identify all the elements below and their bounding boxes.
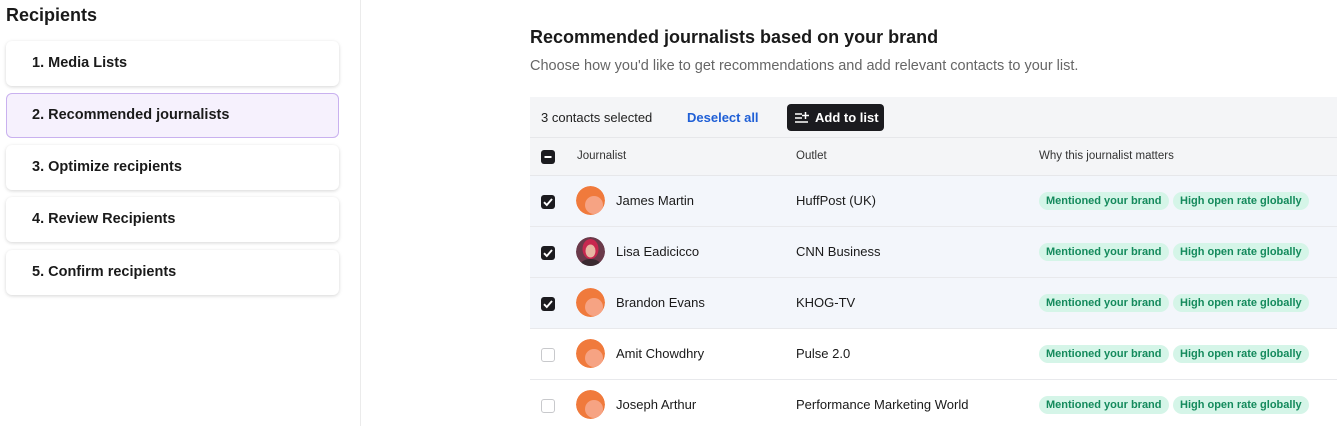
tag-badge: Mentioned your brand <box>1039 243 1169 261</box>
tag-badge: High open rate globally <box>1173 345 1309 363</box>
row-checkbox[interactable] <box>541 399 555 413</box>
table-row[interactable]: James Martin HuffPost (UK) Mentioned you… <box>530 176 1337 227</box>
outlet-name: HuffPost (UK) <box>796 193 876 208</box>
row-checkbox[interactable] <box>541 348 555 362</box>
default-avatar-icon <box>576 186 605 215</box>
tag-badge: Mentioned your brand <box>1039 396 1169 414</box>
row-checkbox[interactable] <box>541 246 555 260</box>
column-header-journalist[interactable]: Journalist <box>577 150 626 162</box>
tag-badge: High open rate globally <box>1173 396 1309 414</box>
tag-badge: Mentioned your brand <box>1039 294 1169 312</box>
photo-avatar-icon <box>576 237 605 266</box>
row-checkbox[interactable] <box>541 195 555 209</box>
sidebar-title: Recipients <box>6 5 98 25</box>
deselect-all-link[interactable]: Deselect all <box>687 110 759 125</box>
tag-badge: High open rate globally <box>1173 243 1309 261</box>
default-avatar-icon <box>576 288 605 317</box>
step-recommended-journalists[interactable]: 2. Recommended journalists <box>6 93 339 138</box>
page-subtitle: Choose how you'd like to get recommendat… <box>530 58 1079 74</box>
selected-count: 3 contacts selected <box>541 110 653 125</box>
tag-badge: High open rate globally <box>1173 192 1309 210</box>
outlet-name: Pulse 2.0 <box>796 346 851 361</box>
journalist-name[interactable]: Brandon Evans <box>616 295 705 310</box>
step-media-lists[interactable]: 1. Media Lists <box>6 41 339 86</box>
outlet-name: Performance Marketing World <box>796 397 969 412</box>
table-header: Journalist Outlet Why this journalist ma… <box>530 138 1337 176</box>
add-to-list-icon <box>795 112 809 123</box>
tag-badge: Mentioned your brand <box>1039 192 1169 210</box>
column-header-outlet[interactable]: Outlet <box>796 150 827 162</box>
journalist-table: 3 contacts selected Deselect all Add to … <box>530 97 1337 426</box>
table-row[interactable]: Brandon Evans KHOG-TV Mentioned your bra… <box>530 278 1337 329</box>
outlet-name: KHOG-TV <box>796 295 856 310</box>
journalist-name[interactable]: James Martin <box>616 193 694 208</box>
table-row[interactable]: Amit Chowdhry Pulse 2.0 Mentioned your b… <box>530 329 1337 380</box>
check-icon <box>543 249 553 258</box>
journalist-name[interactable]: Amit Chowdhry <box>616 346 704 361</box>
selection-toolbar: 3 contacts selected Deselect all Add to … <box>530 97 1337 138</box>
journalist-name[interactable]: Joseph Arthur <box>616 397 696 412</box>
sidebar: Recipients 1. Media Lists 2. Recommended… <box>0 0 361 426</box>
default-avatar-icon <box>576 339 605 368</box>
outlet-name: CNN Business <box>796 244 881 259</box>
table-row[interactable]: Joseph Arthur Performance Marketing Worl… <box>530 380 1337 426</box>
check-icon <box>543 198 553 207</box>
select-all-checkbox[interactable] <box>541 150 555 164</box>
column-header-why[interactable]: Why this journalist matters <box>1039 150 1174 162</box>
tag-badge: High open rate globally <box>1173 294 1309 312</box>
journalist-name[interactable]: Lisa Eadicicco <box>616 244 699 259</box>
step-confirm-recipients[interactable]: 5. Confirm recipients <box>6 250 339 295</box>
step-optimize-recipients[interactable]: 3. Optimize recipients <box>6 145 339 190</box>
check-icon <box>543 300 553 309</box>
step-review-recipients[interactable]: 4. Review Recipients <box>6 197 339 242</box>
tag-badge: Mentioned your brand <box>1039 345 1169 363</box>
minus-icon <box>544 156 552 158</box>
add-to-list-button[interactable]: Add to list <box>787 104 884 131</box>
page-title: Recommended journalists based on your br… <box>530 27 939 47</box>
row-checkbox[interactable] <box>541 297 555 311</box>
table-row[interactable]: Lisa Eadicicco CNN Business Mentioned yo… <box>530 227 1337 278</box>
default-avatar-icon <box>576 390 605 419</box>
add-to-list-label: Add to list <box>815 110 879 125</box>
